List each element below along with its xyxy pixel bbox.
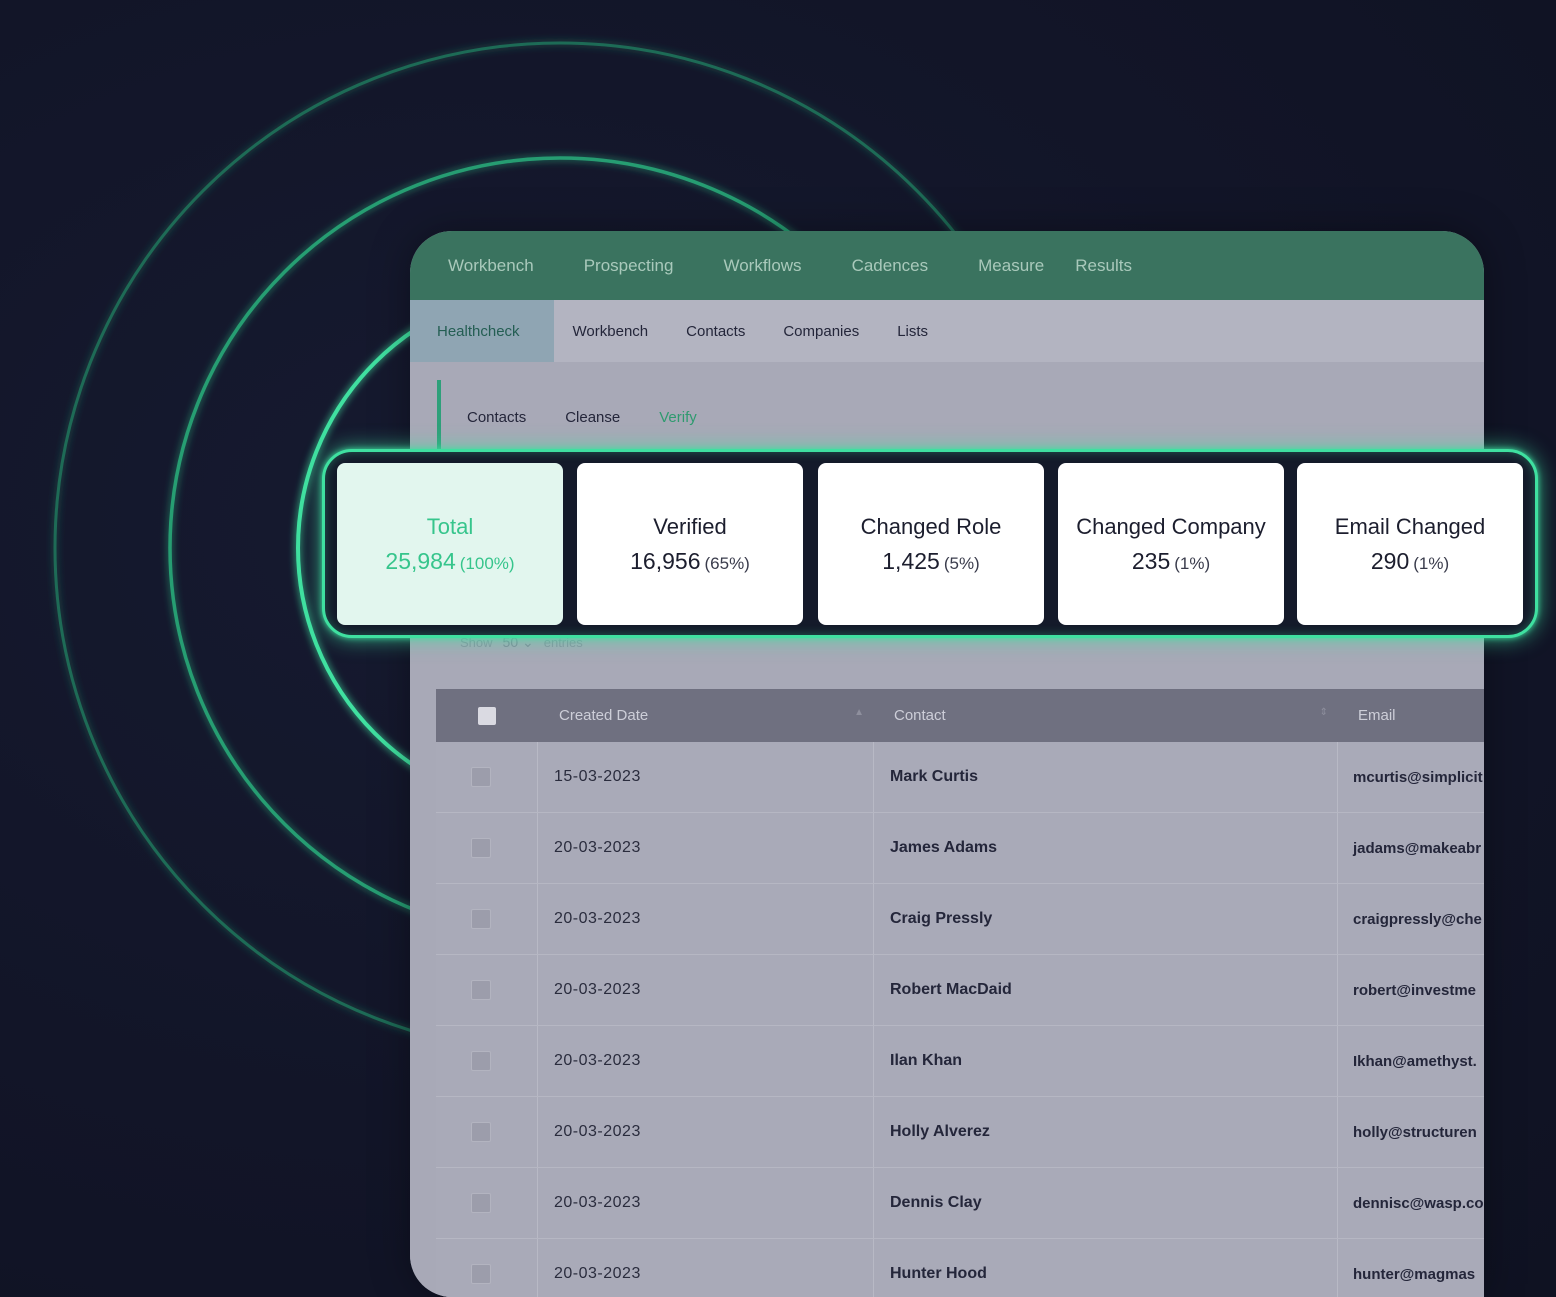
stat-value: 290 xyxy=(1370,547,1410,574)
subtab-contacts[interactable]: Contacts xyxy=(467,409,526,426)
stat-card-email-changed[interactable]: Email Changed 290 (1%) xyxy=(1297,463,1523,625)
header-created-date[interactable]: Created Date ▲ xyxy=(538,707,874,724)
subtab-cleanse[interactable]: Cleanse xyxy=(565,409,620,426)
table-header: Created Date ▲ Contact ⇕ Email xyxy=(436,689,1484,742)
tab-healthcheck[interactable]: Healthcheck xyxy=(410,300,554,362)
header-contact[interactable]: Contact ⇕ xyxy=(874,707,1338,724)
stat-label: Total xyxy=(426,513,474,539)
cell-date: 15-03-2023 xyxy=(538,742,874,812)
stat-card-changed-role[interactable]: Changed Role 1,425 (5%) xyxy=(818,463,1044,625)
sort-asc-icon: ▲ xyxy=(854,707,864,718)
cell-date: 20-03-2023 xyxy=(538,1168,874,1238)
table-row[interactable]: 20-03-2023 Ilan Khan Ikhan@amethyst. xyxy=(436,1026,1484,1097)
stat-percent: (65%) xyxy=(704,553,750,573)
header-email[interactable]: Email xyxy=(1338,707,1396,724)
cell-email: holly@structuren xyxy=(1353,1123,1477,1141)
cell-date: 20-03-2023 xyxy=(538,955,874,1025)
contacts-table: Created Date ▲ Contact ⇕ Email 15-03-2023 … xyxy=(436,689,1484,1297)
nav-prospecting[interactable]: Prospecting xyxy=(584,256,674,276)
cell-contact: Mark Curtis xyxy=(874,742,1338,812)
cell-date: 20-03-2023 xyxy=(538,1097,874,1167)
row-checkbox[interactable] xyxy=(470,838,491,858)
tab-lists[interactable]: Lists xyxy=(878,300,947,362)
nav-measure[interactable]: Measure xyxy=(978,256,1044,276)
cell-contact: James Adams xyxy=(874,813,1338,883)
cell-contact: Craig Pressly xyxy=(874,884,1338,954)
top-navigation: Workbench Prospecting Workflows Cadences… xyxy=(410,231,1484,300)
row-checkbox[interactable] xyxy=(470,1264,491,1284)
nav-cadences[interactable]: Cadences xyxy=(852,256,929,276)
nav-workbench[interactable]: Workbench xyxy=(448,256,534,276)
cell-contact: Dennis Clay xyxy=(874,1168,1338,1238)
cell-contact: Ilan Khan xyxy=(874,1026,1338,1096)
sub-navigation: Healthcheck Workbench Contacts Companies… xyxy=(410,300,1484,362)
stat-card-verified[interactable]: Verified 16,956 (65%) xyxy=(577,463,803,625)
cell-email: Ikhan@amethyst. xyxy=(1353,1052,1477,1070)
row-checkbox[interactable] xyxy=(470,909,491,929)
stat-percent: (1%) xyxy=(1174,553,1211,573)
cell-email: craigpressly@che xyxy=(1353,910,1482,928)
stat-percent: (1%) xyxy=(1413,553,1450,573)
cell-contact: Robert MacDaid xyxy=(874,955,1338,1025)
healthcheck-subnav: Contacts Cleanse Verify xyxy=(437,380,1484,454)
stat-label: Email Changed xyxy=(1334,513,1486,539)
row-checkbox[interactable] xyxy=(470,1193,491,1213)
cell-date: 20-03-2023 xyxy=(538,1026,874,1096)
cell-contact: Holly Alverez xyxy=(874,1097,1338,1167)
table-row[interactable]: 20-03-2023 Holly Alverez holly@structure… xyxy=(436,1097,1484,1168)
table-row[interactable]: 20-03-2023 Robert MacDaid robert@investm… xyxy=(436,955,1484,1026)
row-checkbox[interactable] xyxy=(470,767,491,787)
select-all-checkbox[interactable] xyxy=(478,706,496,725)
nav-results[interactable]: Results xyxy=(1075,256,1132,276)
cell-email: robert@investme xyxy=(1353,981,1476,999)
tab-contacts[interactable]: Contacts xyxy=(667,300,764,362)
stat-label: Verified xyxy=(653,513,727,539)
cell-contact: Hunter Hood xyxy=(874,1239,1338,1297)
table-row[interactable]: 20-03-2023 Craig Pressly craigpressly@ch… xyxy=(436,884,1484,955)
cell-email: hunter@magmas xyxy=(1353,1265,1476,1283)
cell-date: 20-03-2023 xyxy=(538,884,874,954)
tab-companies[interactable]: Companies xyxy=(764,300,878,362)
cell-date: 20-03-2023 xyxy=(538,1239,874,1297)
cell-date: 20-03-2023 xyxy=(538,813,874,883)
app-window: Workbench Prospecting Workflows Cadences… xyxy=(410,231,1484,1297)
tab-workbench[interactable]: Workbench xyxy=(554,300,668,362)
row-checkbox[interactable] xyxy=(470,1051,491,1071)
stat-card-total[interactable]: Total 25,984 (100%) xyxy=(337,463,563,625)
stat-label: Changed Role xyxy=(860,513,1002,539)
row-checkbox[interactable] xyxy=(470,980,491,1000)
stat-percent: (5%) xyxy=(943,553,980,573)
cell-email: jadams@makeabr xyxy=(1353,839,1482,857)
cell-email: dennisc@wasp.co xyxy=(1353,1194,1484,1212)
stat-value: 25,984 xyxy=(385,547,456,574)
stat-value: 235 xyxy=(1131,547,1171,574)
table-row[interactable]: 20-03-2023 Dennis Clay dennisc@wasp.co xyxy=(436,1168,1484,1239)
cell-email: mcurtis@simplicit xyxy=(1353,768,1483,786)
row-checkbox[interactable] xyxy=(470,1122,491,1142)
table-row[interactable]: 15-03-2023 Mark Curtis mcurtis@simplicit xyxy=(436,742,1484,813)
stat-percent: (100%) xyxy=(459,553,515,573)
subtab-verify[interactable]: Verify xyxy=(659,409,697,426)
nav-workflows[interactable]: Workflows xyxy=(723,256,801,276)
sort-icon: ⇕ xyxy=(1319,707,1328,718)
stats-highlight-strip: Total 25,984 (100%) Verified 16,956 (65%) … xyxy=(322,449,1538,638)
stat-card-changed-company[interactable]: Changed Company 235 (1%) xyxy=(1058,463,1284,625)
table-row[interactable]: 20-03-2023 Hunter Hood hunter@magmas xyxy=(436,1239,1484,1297)
table-row[interactable]: 20-03-2023 James Adams jadams@makeabr xyxy=(436,813,1484,884)
stat-label: Changed Company xyxy=(1076,513,1266,539)
stat-value: 16,956 xyxy=(630,547,701,574)
stat-value: 1,425 xyxy=(882,547,940,574)
